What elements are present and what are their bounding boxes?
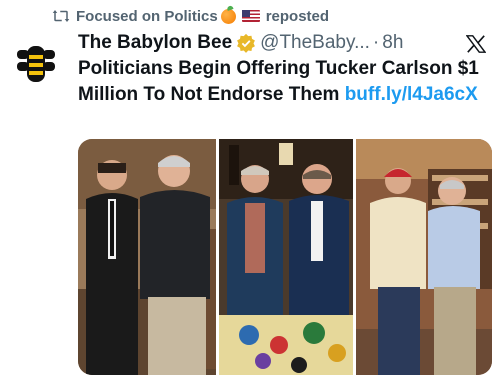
separator-dot: ·: [372, 32, 380, 53]
author-avatar[interactable]: [12, 40, 60, 88]
babylon-bee-logo: [17, 46, 55, 82]
us-flag-emoji: [241, 10, 260, 22]
tweet-text: Politicians Begin Offering Tucker Carlso…: [78, 56, 490, 108]
photo-2[interactable]: [219, 139, 353, 375]
tweet-header: The Babylon Bee @TheBaby... · 8h: [78, 31, 492, 55]
reposted-label: reposted: [265, 7, 330, 25]
author-handle[interactable]: @TheBaby...: [260, 32, 370, 54]
photo-3[interactable]: [356, 139, 492, 375]
author-name[interactable]: The Babylon Bee: [78, 32, 232, 54]
reposter-name[interactable]: Focused on Politics: [76, 8, 218, 25]
repost-header[interactable]: Focused on Politics reposted: [52, 6, 329, 26]
repost-icon: [52, 8, 70, 24]
verified-badge-icon: [236, 33, 256, 53]
orange-emoji: [220, 8, 236, 24]
tweet-link[interactable]: buff.ly/l4Ja6cX: [345, 84, 478, 105]
media-grid[interactable]: [78, 139, 492, 375]
photo-1[interactable]: [78, 139, 216, 375]
x-logo-icon: [465, 35, 487, 58]
timestamp[interactable]: 8h: [382, 32, 403, 54]
